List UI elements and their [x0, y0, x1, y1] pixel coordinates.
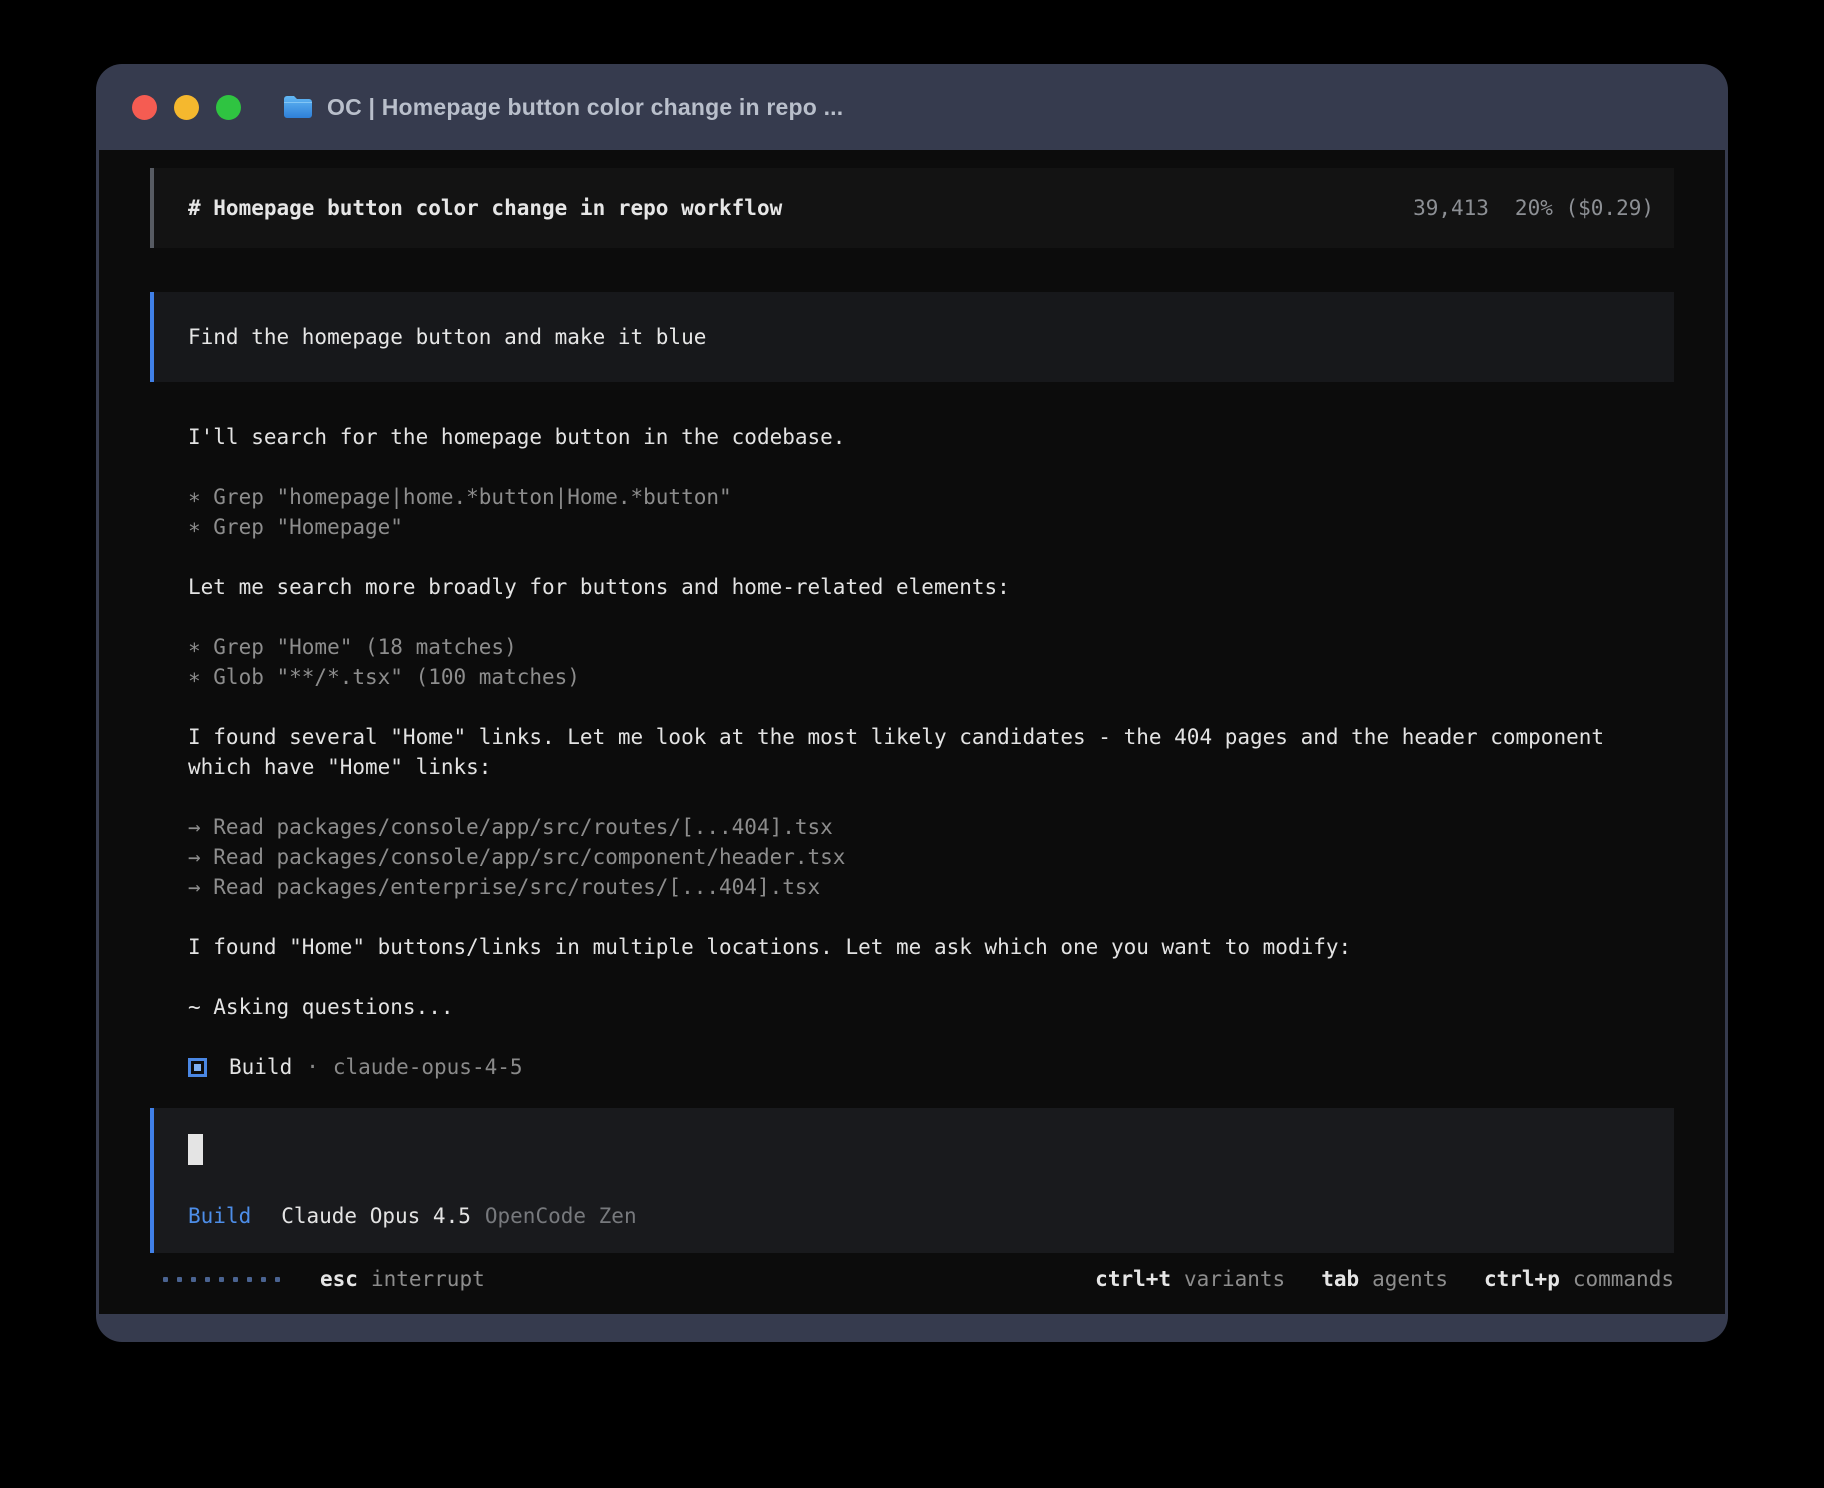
shortcut-label: agents [1372, 1264, 1448, 1294]
agent-name: Build [229, 1052, 292, 1082]
status-left: esc interrupt [163, 1264, 485, 1294]
shortcut-commands: ctrl+p commands [1484, 1264, 1674, 1294]
user-message-text: Find the homepage button and make it blu… [188, 325, 706, 349]
terminal-window: OC | Homepage button color change in rep… [96, 64, 1728, 1342]
token-count: 39,413 [1413, 193, 1489, 223]
text-cursor [188, 1134, 203, 1165]
shortcut-key: tab [1321, 1264, 1359, 1294]
status-asking-questions: ~ Asking questions... [188, 992, 1674, 1022]
assistant-text: I found several "Home" links. Let me loo… [188, 722, 1674, 782]
shortcut-label: commands [1573, 1264, 1674, 1294]
shortcut-variants: ctrl+t variants [1095, 1264, 1285, 1294]
provider-name: OpenCode Zen [485, 1201, 637, 1231]
assistant-text: I'll search for the homepage button in t… [188, 422, 1674, 452]
assistant-text: I found "Home" buttons/links in multiple… [188, 932, 1674, 962]
status-bar: esc interrupt ctrl+t variants tab agents… [150, 1264, 1674, 1294]
agent-line: Build · claude-opus-4-5 [188, 1052, 1674, 1082]
working-spinner-dots [163, 1277, 280, 1282]
mode-badge[interactable]: Build [188, 1201, 251, 1231]
agent-build-icon [188, 1058, 207, 1077]
input-footer: Build Claude Opus 4.5 OpenCode Zen [188, 1201, 1640, 1231]
session-stats: 39,413 20% ($0.29) [1413, 193, 1654, 223]
agent-model: claude-opus-4-5 [333, 1052, 523, 1082]
prompt-input[interactable]: Build Claude Opus 4.5 OpenCode Zen [150, 1108, 1674, 1253]
shortcut-key: ctrl+p [1484, 1264, 1560, 1294]
traffic-lights [132, 95, 241, 120]
status-right: ctrl+t variants tab agents ctrl+p comman… [1095, 1264, 1674, 1294]
agent-separator: · [306, 1052, 319, 1082]
tool-call-read: → Read packages/console/app/src/routes/[… [188, 812, 1674, 842]
tool-call-read: → Read packages/enterprise/src/routes/[.… [188, 872, 1674, 902]
model-name[interactable]: Claude Opus 4.5 [281, 1201, 471, 1231]
esc-key-label: interrupt [371, 1264, 485, 1294]
tool-call-grep: ∗ Grep "homepage|home.*button|Home.*butt… [188, 482, 1674, 512]
shortcut-label: variants [1184, 1264, 1285, 1294]
shortcut-key: ctrl+t [1095, 1264, 1171, 1294]
session-title: # Homepage button color change in repo w… [188, 193, 782, 223]
zoom-button[interactable] [216, 95, 241, 120]
window-title: OC | Homepage button color change in rep… [327, 94, 843, 121]
title-bar: OC | Homepage button color change in rep… [96, 64, 1728, 150]
session-header: # Homepage button color change in repo w… [150, 168, 1674, 248]
user-message: Find the homepage button and make it blu… [150, 292, 1674, 382]
esc-key-hint: esc [320, 1264, 358, 1294]
window-title-group: OC | Homepage button color change in rep… [283, 94, 843, 121]
tool-call-grep: ∗ Grep "Home" (18 matches) [188, 632, 1674, 662]
close-button[interactable] [132, 95, 157, 120]
context-usage: 20% ($0.29) [1515, 193, 1654, 223]
shortcut-agents: tab agents [1321, 1264, 1448, 1294]
tool-call-glob: ∗ Glob "**/*.tsx" (100 matches) [188, 662, 1674, 692]
folder-icon [283, 95, 313, 119]
tool-call-read: → Read packages/console/app/src/componen… [188, 842, 1674, 872]
assistant-text: Let me search more broadly for buttons a… [188, 572, 1674, 602]
terminal-content: # Homepage button color change in repo w… [99, 150, 1725, 1314]
minimize-button[interactable] [174, 95, 199, 120]
assistant-transcript: I'll search for the homepage button in t… [150, 422, 1674, 1082]
tool-call-grep: ∗ Grep "Homepage" [188, 512, 1674, 542]
